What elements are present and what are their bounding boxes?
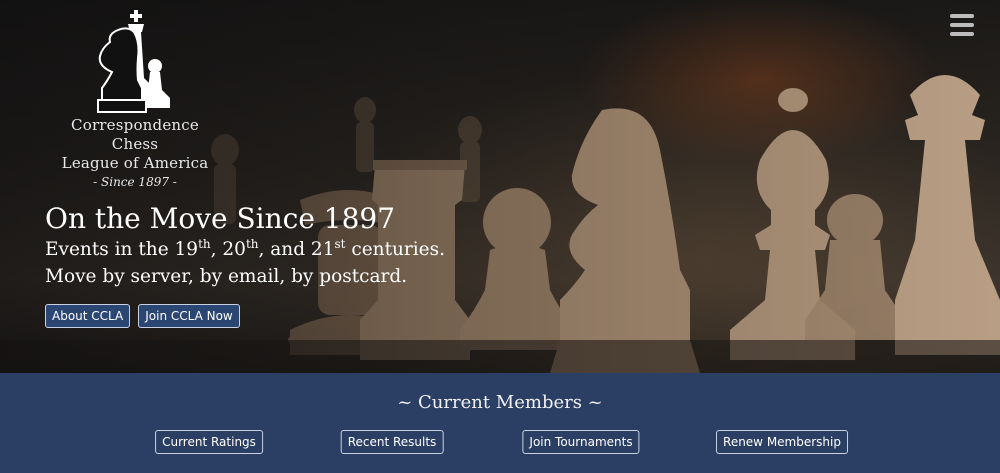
recent-results-button[interactable]: Recent Results <box>340 430 444 454</box>
join-tournaments-button[interactable]: Join Tournaments <box>522 430 640 454</box>
menu-bar <box>950 14 974 18</box>
events-text: , 20 <box>210 239 246 260</box>
ordinal-suffix: th <box>198 236 211 251</box>
menu-bar <box>950 32 974 36</box>
logo-since: - Since 1897 - <box>93 175 177 189</box>
members-heading: ~ Current Members ~ <box>397 392 603 413</box>
events-text: , and 21 <box>258 239 335 260</box>
hero-events-line: Events in the 19th, 20th, and 21st centu… <box>45 236 445 263</box>
events-text: centuries. <box>345 239 446 260</box>
ccla-logo[interactable]: Correspondence Chess League of America -… <box>50 8 220 190</box>
menu-bar <box>950 23 974 27</box>
current-members-section: ~ Current Members ~ Current Ratings Rece… <box>0 373 1000 473</box>
hero-text: On the Move Since 1897 Events in the 19t… <box>45 202 445 328</box>
ordinal-suffix: th <box>245 236 259 251</box>
about-ccla-button[interactable]: About CCLA <box>45 304 131 328</box>
member-links: Current Ratings Recent Results Join Tour… <box>0 430 1000 460</box>
hero-button-group: About CCLA Join CCLA Now <box>45 304 445 328</box>
renew-membership-button[interactable]: Renew Membership <box>716 430 848 454</box>
hamburger-menu-icon[interactable] <box>950 14 974 36</box>
current-ratings-button[interactable]: Current Ratings <box>155 430 263 454</box>
ordinal-suffix: st <box>334 236 346 251</box>
logo-name-line1: Correspondence Chess <box>71 116 199 153</box>
hero-move-line: Move by server, by email, by postcard. <box>45 266 408 287</box>
join-ccla-button[interactable]: Join CCLA Now <box>138 304 240 328</box>
hero-title: On the Move Since 1897 <box>45 202 396 235</box>
logo-name-line2: League of America <box>61 154 209 172</box>
events-text: Events in the 19 <box>45 239 199 260</box>
chess-king-knight-pawn-logo-icon <box>97 10 170 113</box>
hero-banner: Correspondence Chess League of America -… <box>0 0 1000 373</box>
